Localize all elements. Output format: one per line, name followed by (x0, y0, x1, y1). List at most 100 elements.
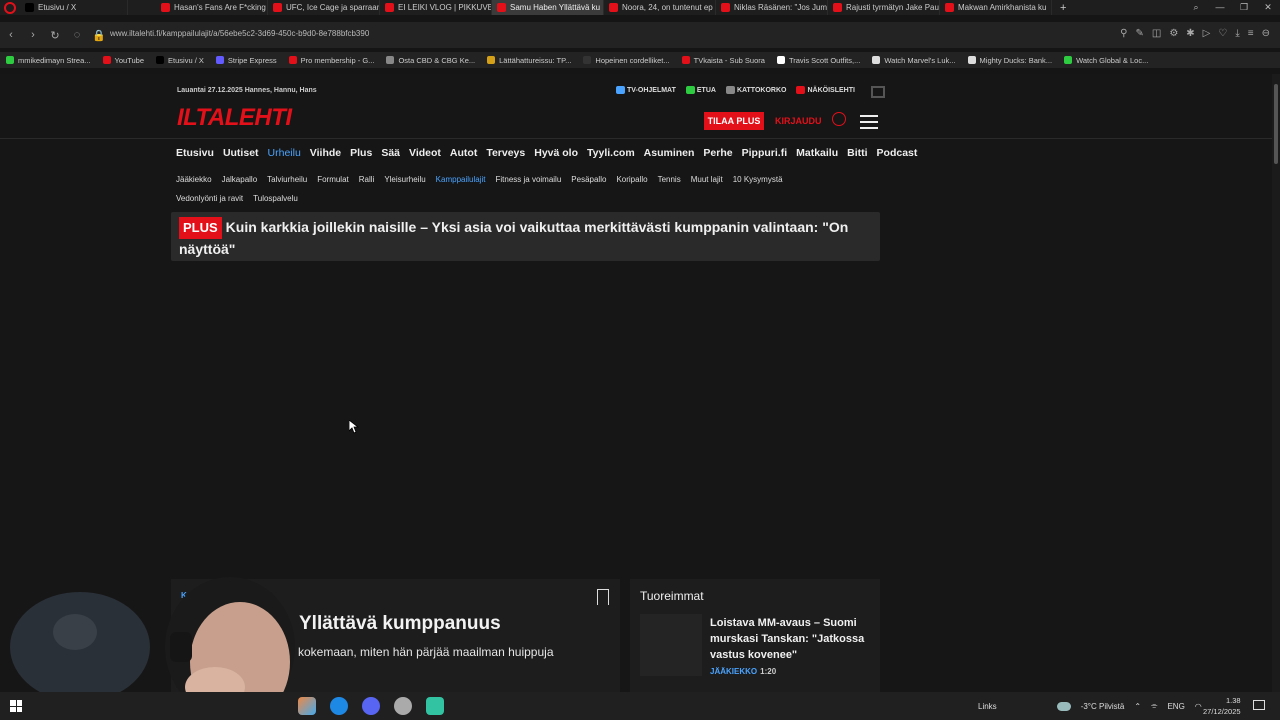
main-nav-item[interactable]: Autot (450, 147, 477, 159)
iltalehti-logo[interactable]: ILTALEHTI (177, 104, 292, 132)
utility-link[interactable]: TV-OHJELMAT (616, 86, 676, 98)
browser-tab[interactable]: Niklas Räsänen: "Jos Jum (716, 0, 828, 15)
scrollbar-thumb[interactable] (1274, 84, 1278, 164)
browser-tab[interactable]: UFC, Ice Cage ja sparraami (268, 0, 380, 15)
main-nav-item[interactable]: Etusivu (176, 147, 214, 159)
utility-link[interactable]: ETUA (685, 86, 716, 98)
main-nav-item[interactable]: Terveys (486, 147, 525, 159)
bookmark-icon[interactable] (597, 589, 609, 605)
play-icon[interactable]: ▷ (1203, 28, 1211, 39)
main-nav-item[interactable]: Urheilu (268, 147, 301, 159)
reload-icon[interactable]: ↻ (44, 29, 66, 42)
extension-icon[interactable]: ✱ (1186, 28, 1194, 39)
sub-nav-item[interactable]: Fitness ja voimailu (495, 175, 561, 184)
edge-icon[interactable] (330, 697, 348, 715)
notifications-icon[interactable] (1253, 700, 1265, 710)
article-title[interactable]: Yllättävä kumppanuus (299, 613, 501, 635)
sub-nav-item[interactable]: Tulospalvelu (253, 194, 298, 203)
sub-nav-item[interactable]: Formulat (317, 175, 349, 184)
sub-nav-item[interactable]: Yleisurheilu (384, 175, 425, 184)
tilaa-plus-button[interactable]: TILAA PLUS (704, 112, 764, 130)
close-icon[interactable]: ✕ (1256, 0, 1280, 15)
utility-link[interactable]: KATTOKORKO (725, 86, 786, 98)
browser-tab[interactable]: Noora, 24, on tuntenut ep (604, 0, 716, 15)
sub-nav-item[interactable]: Ralli (359, 175, 375, 184)
latest-item-title[interactable]: Loistava MM-avaus – Suomi murskasi Tansk… (710, 615, 870, 663)
main-nav-item[interactable]: Bitti (847, 147, 867, 159)
shield-icon[interactable]: ◌ (66, 29, 88, 41)
utility-link[interactable]: NÄKÖISLEHTI (796, 86, 855, 98)
plus-article-banner[interactable]: PLUS Kuin karkkia joillekin naisille – Yk… (171, 212, 880, 261)
download-icon[interactable]: ⤓ (1235, 28, 1239, 39)
sub-nav-item[interactable]: Kamppailulajit (436, 175, 486, 184)
latest-item-thumbnail[interactable] (640, 614, 702, 676)
sub-nav-item[interactable]: Jääkiekko (176, 175, 212, 184)
bookmark-item[interactable]: Mighty Ducks: Bank... (962, 56, 1059, 65)
forward-icon[interactable]: › (22, 29, 44, 41)
wifi-icon[interactable]: ◠ (1195, 702, 1202, 711)
browser-tab[interactable]: Hasan's Fans Are F*cking (156, 0, 268, 15)
main-nav-item[interactable]: Pippuri.fi (742, 147, 788, 159)
network-icon[interactable]: ⌯ (1151, 701, 1157, 711)
bookmark-item[interactable]: YouTube (97, 56, 150, 65)
opera-menu-icon[interactable] (4, 1, 16, 14)
discord-icon[interactable] (362, 697, 380, 715)
login-link[interactable]: KIRJAUDU (775, 116, 822, 126)
bookmark-item[interactable]: Watch Global & Loc... (1058, 56, 1154, 65)
sub-nav-item[interactable]: Muut lajit (691, 175, 723, 184)
heart-icon[interactable]: ♡ (1218, 28, 1227, 39)
sub-nav-item[interactable]: Koripallo (616, 175, 647, 184)
bookmark-item[interactable]: Travis Scott Outfits,... (771, 56, 866, 65)
weather-icon[interactable] (1056, 701, 1071, 711)
tray-chevron-icon[interactable]: ⌃ (1134, 702, 1141, 711)
links-toolbar[interactable]: Links (978, 702, 997, 711)
new-tab-button[interactable]: + (1052, 2, 1074, 14)
main-nav-item[interactable]: Plus (350, 147, 372, 159)
bookmark-item[interactable]: Osta CBD & CBG Ke... (380, 56, 481, 65)
bookmark-item[interactable]: Etusivu / X (150, 56, 210, 65)
edit-icon[interactable]: ✎ (1135, 28, 1143, 39)
bookmark-item[interactable]: Pro membership - G... (283, 56, 381, 65)
weather-text[interactable]: -3°C Pilvistä (1081, 702, 1125, 711)
clock[interactable]: 1.38 27/12/2025 (1203, 695, 1241, 717)
sub-nav-item[interactable]: Talviurheilu (267, 175, 307, 184)
page-scrollbar[interactable] (1272, 74, 1280, 692)
hamburger-menu-icon[interactable] (860, 115, 878, 133)
search-tabs-icon[interactable]: ⌕ (1184, 0, 1208, 15)
main-nav-item[interactable]: Viihde (310, 147, 341, 159)
minimize-icon[interactable]: — (1208, 0, 1232, 15)
browser-tab[interactable]: Makwan Amirkhanista ku (940, 0, 1052, 15)
main-nav-item[interactable]: Hyvä olo (534, 147, 578, 159)
bookmark-item[interactable]: TVkaista - Sub Suora (676, 56, 771, 65)
main-nav-item[interactable]: Perhe (703, 147, 732, 159)
sub-nav-item[interactable]: Vedonlyönti ja ravit (176, 194, 243, 203)
app-icon[interactable] (394, 697, 412, 715)
main-nav-item[interactable]: Matkailu (796, 147, 838, 159)
main-nav-item[interactable]: Asuminen (644, 147, 695, 159)
sub-nav-item[interactable]: 10 Kysymystä (733, 175, 783, 184)
sub-nav-item[interactable]: Jalkapallo (222, 175, 258, 184)
maximize-icon[interactable]: ❐ (1232, 0, 1256, 15)
browser-tab[interactable]: Rajusti tyrmätyn Jake Paul (828, 0, 940, 15)
account-icon[interactable]: ⊖ (1262, 28, 1270, 39)
url-field[interactable]: www.iltalehti.fi/kamppailulajit/a/56ebe5… (110, 29, 369, 38)
apps-grid-icon[interactable] (870, 86, 885, 98)
sub-nav-item[interactable]: Tennis (658, 175, 681, 184)
bookmark-item[interactable]: Hopeinen cordelliket... (577, 56, 675, 65)
language-indicator[interactable]: ENG (1167, 702, 1184, 711)
main-nav-item[interactable]: Uutiset (223, 147, 259, 159)
photos-app-icon[interactable] (298, 697, 316, 715)
main-nav-item[interactable]: Tyyli.com (587, 147, 635, 159)
main-nav-item[interactable]: Podcast (877, 147, 918, 159)
bookmark-item[interactable]: Lättähattureissu: TP... (481, 56, 577, 65)
windows-start-icon[interactable] (10, 700, 22, 712)
settings-icon[interactable]: ⚙ (1169, 28, 1178, 39)
bookmark-item[interactable]: mmikedimayn Strea... (0, 56, 97, 65)
browser-tab[interactable]: EI LEIKI VLOG | PIKKUVELI (380, 0, 492, 15)
camera-icon[interactable]: ◫ (1152, 28, 1161, 39)
browser-tab[interactable]: Samu Haben Yllättävä ku (492, 0, 604, 15)
sub-nav-item[interactable]: Pesäpallo (571, 175, 606, 184)
bookmark-item[interactable]: Stripe Express (210, 56, 283, 65)
back-icon[interactable]: ‹ (0, 29, 22, 41)
menu-icon[interactable]: ≡ (1248, 28, 1254, 39)
